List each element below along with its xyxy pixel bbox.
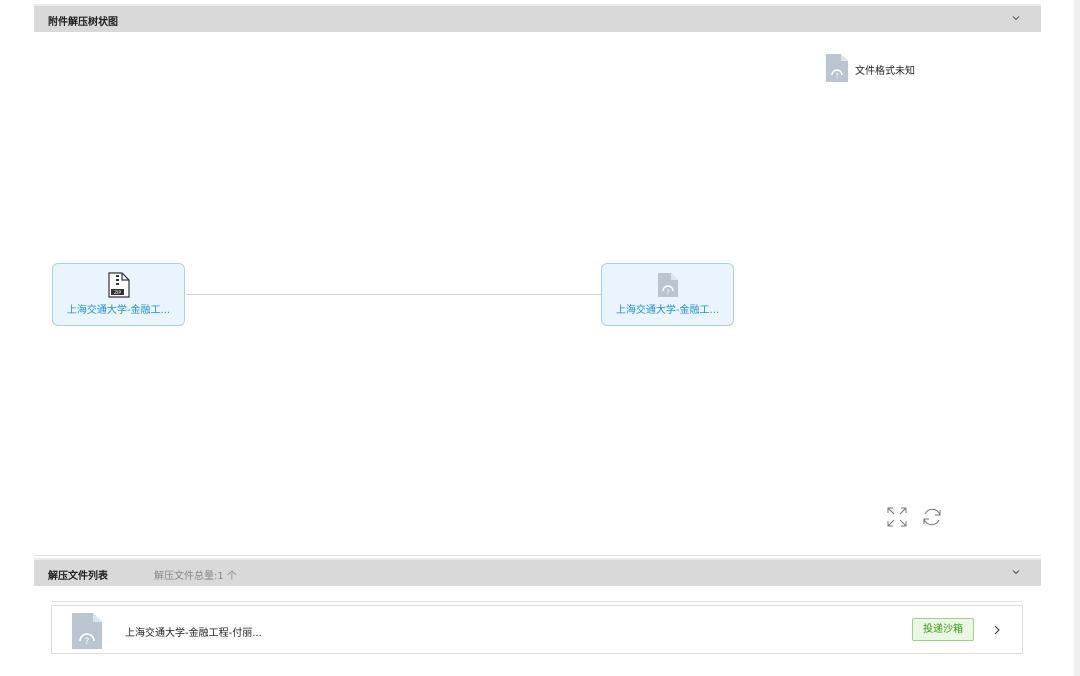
tree-edge (186, 294, 601, 295)
page-scrollbar[interactable] (1074, 0, 1080, 676)
section-divider (34, 555, 1041, 556)
chevron-down-icon[interactable] (1011, 13, 1021, 23)
refresh-icon[interactable] (920, 505, 944, 529)
chevron-down-icon[interactable] (1011, 567, 1021, 577)
file-name: 上海交通大学-金融工程-付丽... (125, 628, 262, 639)
unknown-file-icon: ? (658, 273, 678, 297)
tree-node-label: 上海交通大学-金融工... (66, 305, 171, 316)
file-list-item[interactable]: ? 上海交通大学-金融工程-付丽... 投递沙箱 (51, 601, 1023, 654)
fullscreen-icon[interactable] (885, 505, 909, 529)
tree-node-archive[interactable]: ZIP 上海交通大学-金融工... (52, 263, 185, 326)
list-top-rule (52, 601, 1022, 602)
unknown-file-icon: ? (72, 613, 102, 649)
tree-node-extracted[interactable]: ? 上海交通大学-金融工... (601, 263, 734, 326)
svg-text:ZIP: ZIP (114, 290, 121, 296)
submit-sandbox-button[interactable]: 投递沙箱 (912, 618, 974, 641)
chevron-right-icon[interactable] (992, 623, 1002, 637)
list-section-header[interactable]: 解压文件列表 解压文件总量:1 个 (34, 558, 1041, 586)
tree-node-label: 上海交通大学-金融工... (615, 305, 720, 316)
svg-text:?: ? (835, 72, 839, 80)
list-section-title: 解压文件列表 (48, 571, 108, 582)
legend-label: 文件格式未知 (855, 66, 915, 77)
zip-file-icon: ZIP (108, 272, 130, 298)
svg-text:?: ? (666, 289, 670, 297)
svg-text:?: ? (85, 637, 90, 647)
tree-section-header[interactable]: 附件解压树状图 (34, 4, 1041, 32)
tree-section-title: 附件解压树状图 (48, 17, 118, 28)
list-section-summary: 解压文件总量:1 个 (154, 571, 237, 582)
unknown-file-icon: ? (826, 54, 848, 82)
